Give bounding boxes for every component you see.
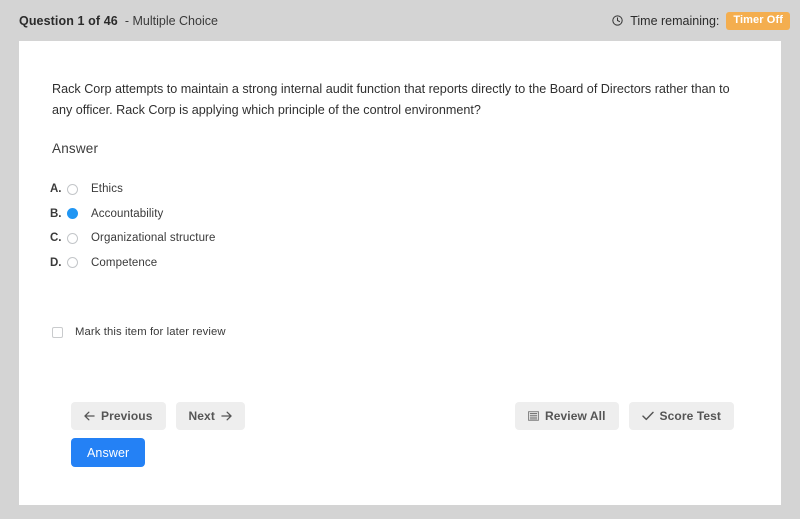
option-label-c: Organizational structure [91, 232, 216, 244]
action-buttons: Review All Score Test [515, 402, 734, 430]
review-all-button[interactable]: Review All [515, 402, 619, 430]
option-row-c[interactable]: C. Organizational structure [50, 226, 550, 251]
option-letter-b: B. [50, 208, 67, 220]
radio-option-c[interactable] [67, 233, 78, 244]
option-row-b[interactable]: B. Accountability [50, 202, 550, 227]
option-label-b: Accountability [91, 208, 163, 220]
radio-option-a[interactable] [67, 184, 78, 195]
option-letter-a: A. [50, 183, 67, 195]
radio-option-b[interactable] [67, 208, 78, 219]
previous-button-label: Previous [101, 409, 153, 423]
question-meta: Question 1 of 46 - Multiple Choice [19, 14, 218, 28]
mark-for-review-label: Mark this item for later review [75, 326, 226, 338]
list-icon [528, 411, 539, 421]
check-icon [642, 411, 654, 421]
time-remaining-label: Time remaining: [630, 14, 719, 28]
radio-option-d[interactable] [67, 257, 78, 268]
score-test-button[interactable]: Score Test [629, 402, 734, 430]
option-row-d[interactable]: D. Competence [50, 251, 550, 276]
next-button[interactable]: Next [176, 402, 245, 430]
mark-for-review-checkbox[interactable] [52, 327, 63, 338]
answer-button-label: Answer [87, 446, 129, 460]
clock-icon [612, 15, 623, 26]
timer-area: Time remaining: Timer Off [612, 12, 790, 30]
option-label-a: Ethics [91, 183, 123, 195]
option-letter-d: D. [50, 257, 67, 269]
arrow-left-icon [84, 411, 95, 421]
question-text: Rack Corp attempts to maintain a strong … [52, 79, 747, 121]
timer-toggle-badge[interactable]: Timer Off [726, 12, 790, 30]
arrow-right-icon [221, 411, 232, 421]
mark-for-review-row[interactable]: Mark this item for later review [52, 326, 226, 338]
option-label-d: Competence [91, 257, 157, 269]
question-card: Rack Corp attempts to maintain a strong … [19, 41, 781, 505]
answer-button[interactable]: Answer [71, 438, 145, 467]
next-button-label: Next [189, 409, 215, 423]
previous-button[interactable]: Previous [71, 402, 166, 430]
navigation-buttons: Previous Next [71, 402, 245, 430]
question-type: - Multiple Choice [125, 14, 218, 28]
score-test-button-label: Score Test [660, 409, 721, 423]
answer-heading: Answer [52, 141, 98, 156]
question-counter: Question 1 of 46 [19, 14, 118, 28]
review-all-button-label: Review All [545, 409, 606, 423]
option-row-a[interactable]: A. Ethics [50, 177, 550, 202]
answer-options-list: A. Ethics B. Accountability C. Organizat… [50, 177, 550, 275]
option-letter-c: C. [50, 232, 67, 244]
answer-button-container: Answer [71, 438, 145, 467]
top-bar: Question 1 of 46 - Multiple Choice Time … [0, 0, 800, 41]
